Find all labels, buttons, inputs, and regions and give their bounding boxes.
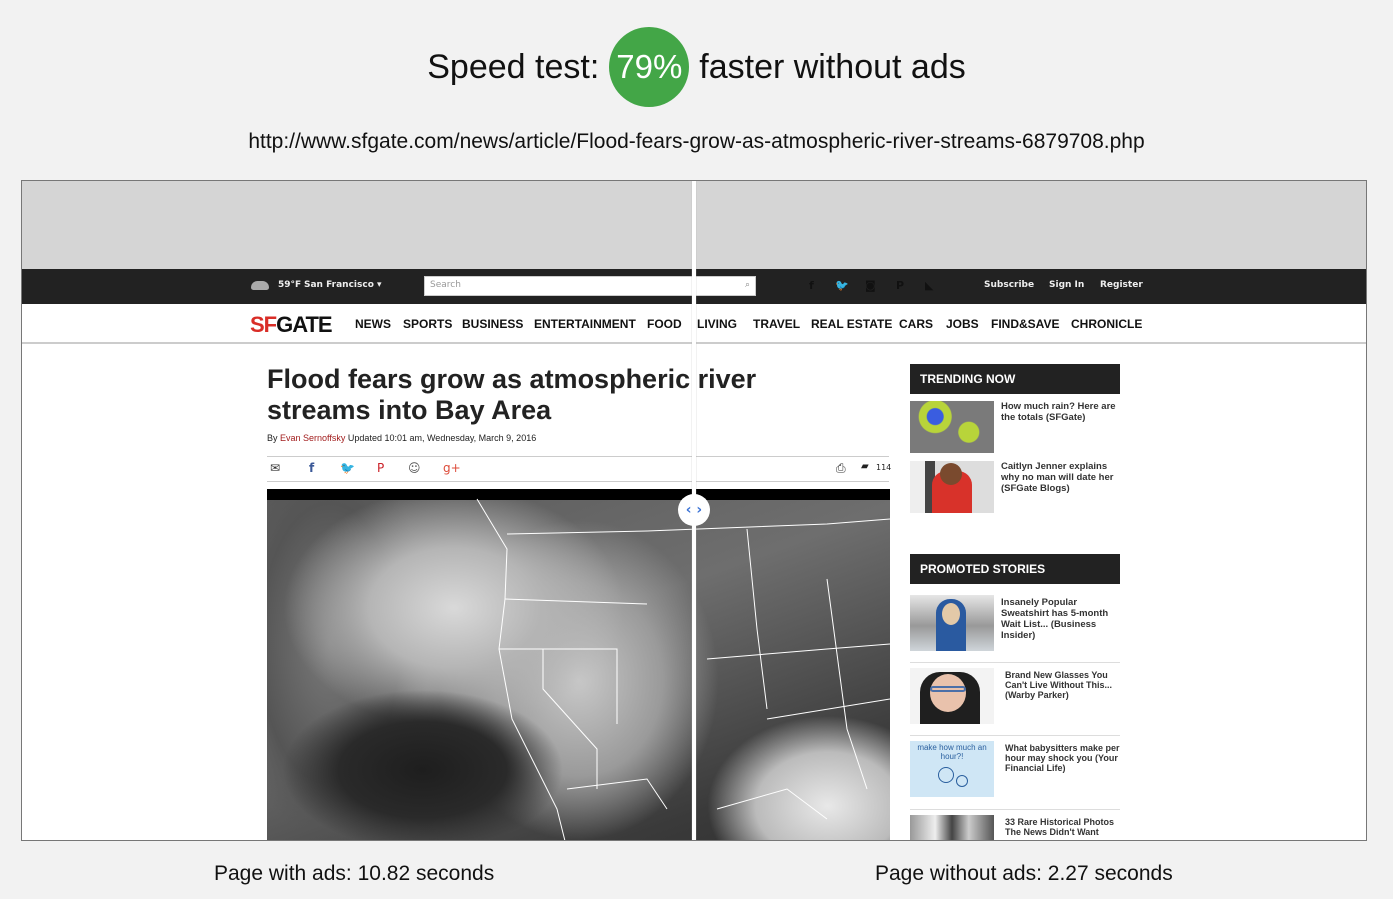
subscribe-link[interactable]: Subscribe [984,280,1034,290]
nav-real-estate[interactable]: REAL ESTATE [811,317,892,331]
comment-count[interactable]: 114 [876,463,891,472]
twitter-icon[interactable]: 🐦 [340,461,355,475]
nav-business[interactable]: BUSINESS [462,317,523,331]
tested-url: http://www.sfgate.com/news/article/Flood… [248,130,1145,153]
pinterest-icon[interactable]: P [377,461,384,475]
search-placeholder: Search [430,280,461,290]
comments-icon[interactable]: ▰ [861,461,869,472]
instagram-icon[interactable]: ◙ [865,279,876,292]
with-ads-caption: Page with ads: 10.82 seconds [214,862,495,885]
rss-icon[interactable]: ◣ [925,279,933,292]
article-title: Flood fears grow as atmospheric river st… [267,364,757,425]
facebook-icon[interactable]: f [809,279,814,292]
trending-item-text: How much rain? Here are the totals (SFGa… [1001,401,1116,423]
author-link[interactable]: Evan Sernoffsky [280,433,345,443]
chevron-left-right-icon: ‹ › [685,502,703,518]
thumbnail-caption: make how much an hour?! [917,743,987,761]
percentage-badge: 79% [609,27,690,107]
promoted-item[interactable]: Insanely Popular Sweatshirt has 5-month … [910,591,1120,653]
nav-living[interactable]: LIVING [697,317,737,331]
person-photo-thumbnail [910,461,994,513]
without-ads-caption: Page without ads: 2.27 seconds [875,862,1173,885]
nav-find-save[interactable]: FIND&SAVE [991,317,1059,331]
trending-item[interactable]: Caitlyn Jenner explains why no man will … [910,461,1120,513]
weather-map-thumbnail [910,401,994,453]
nav-cars[interactable]: CARS [899,317,933,331]
sfgate-logo[interactable]: SFGATE [250,312,333,338]
promoted-item-text: Insanely Popular Sweatshirt has 5-month … [1001,597,1109,641]
register-link[interactable]: Register [1100,280,1143,290]
email-icon[interactable]: ✉ [270,461,280,475]
city-dropdown[interactable]: San Francisco ▾ [304,280,382,290]
headline-suffix: faster without ads [699,47,966,86]
speed-test-headline: Speed test: 79% faster without ads [0,26,1393,108]
nav-entertainment[interactable]: ENTERTAINMENT [534,317,636,331]
nav-food[interactable]: FOOD [647,317,682,331]
nav-jobs[interactable]: JOBS [946,317,979,331]
share-bar: ✉ f 🐦 P ☺ g+ ⎙ ▰ 114 [267,456,891,482]
promoted-stories-header: PROMOTED STORIES [910,554,1120,584]
promoted-item[interactable]: 33 Rare Historical Photos The News Didn'… [910,809,1120,840]
facebook-icon[interactable]: f [309,461,314,475]
search-icon[interactable]: ⌕ [745,280,750,290]
trending-item[interactable]: How much rain? Here are the totals (SFGa… [910,401,1120,453]
promoted-item-text: Brand New Glasses You Can't Live Without… [1005,670,1113,700]
nav-travel[interactable]: TRAVEL [753,317,800,331]
promoted-item[interactable]: make how much an hour?! What babysitters… [910,735,1120,802]
cloud-icon [251,281,269,290]
promoted-item-text: 33 Rare Historical Photos The News Didn'… [1005,817,1115,837]
trending-item-text: Caitlyn Jenner explains why no man will … [1001,461,1114,494]
slider-handle[interactable]: ‹ › [678,494,710,526]
babysitter-thumbnail: make how much an hour?! [910,741,994,797]
temperature: 59°F [278,280,302,290]
promoted-item-text: What babysitters make per hour may shock… [1005,743,1120,773]
historical-photos-thumbnail [910,815,994,840]
sweatshirt-thumbnail [910,595,994,651]
google-plus-icon[interactable]: g+ [443,461,461,475]
nav-news[interactable]: NEWS [355,317,391,331]
logo-gate: GATE [276,312,332,337]
comparison-frame: 59°F San Francisco ▾ Search ⌕ f 🐦 ◙ P ◣ … [21,180,1367,841]
state-borders-overlay [476,498,890,840]
glasses-thumbnail [910,668,994,724]
logo-sf: SF [250,312,277,337]
nav-chronicle[interactable]: CHRONICLE [1071,317,1142,331]
pinterest-icon[interactable]: P [896,279,904,292]
trending-now-header: TRENDING NOW [910,364,1120,394]
site-search-input[interactable]: Search ⌕ [424,276,756,296]
article-photo-satellite [267,489,890,840]
reddit-icon[interactable]: ☺ [408,461,421,475]
byline: By Evan Sernoffsky Updated 10:01 am, Wed… [267,433,536,443]
print-icon[interactable]: ⎙ [836,461,846,476]
promoted-item[interactable]: Brand New Glasses You Can't Live Without… [910,662,1120,727]
byline-by: By [267,433,278,443]
twitter-icon[interactable]: 🐦 [835,279,849,292]
nav-sports[interactable]: SPORTS [403,317,452,331]
sign-in-link[interactable]: Sign In [1049,280,1084,290]
updated-timestamp: Updated 10:01 am, Wednesday, March 9, 20… [347,433,537,443]
headline-prefix: Speed test: [427,47,600,86]
